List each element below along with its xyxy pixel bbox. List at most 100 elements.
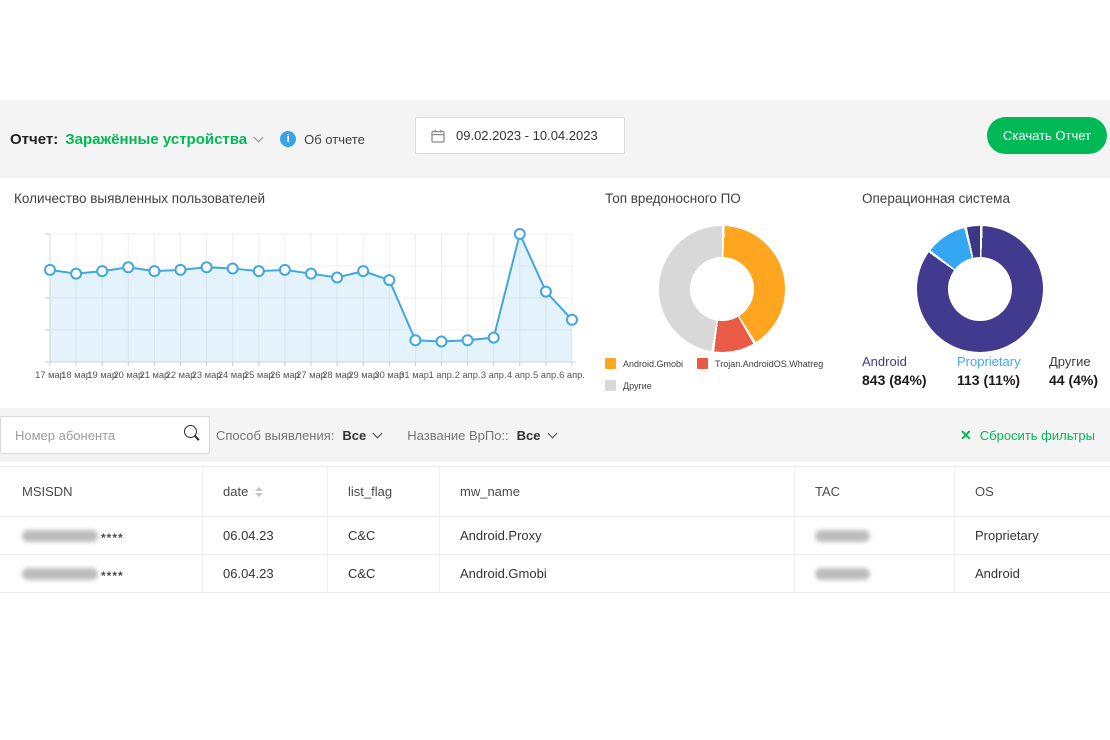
legend-swatch <box>605 380 616 391</box>
sort-down-icon <box>255 493 263 497</box>
sort-up-icon <box>255 487 263 491</box>
legend-item: Trojan.AndroidOS.Whatreg <box>697 358 823 369</box>
legend-label: Android.Gmobi <box>623 359 683 369</box>
cell-mw_name: Android.Gmobi <box>440 555 795 592</box>
malware-donut-chart <box>659 226 785 352</box>
malware-filter-value[interactable]: Все <box>517 428 541 443</box>
column-header-label: date <box>223 484 248 499</box>
x-axis-label: 2 апр. <box>455 370 481 380</box>
users-chart-title: Количество выявленных пользователей <box>14 191 265 206</box>
column-header-label: MSISDN <box>22 484 73 499</box>
column-header-tac: TAC <box>795 467 955 516</box>
legend-item: Другие <box>605 380 652 391</box>
data-point-marker <box>123 262 133 272</box>
download-report-button[interactable]: Скачать Отчет <box>987 117 1107 154</box>
legend-label: Trojan.AndroidOS.Whatreg <box>715 359 823 369</box>
column-header-list_flag: list_flag <box>328 467 440 516</box>
date-range-value: 09.02.2023 - 10.04.2023 <box>456 128 598 143</box>
os-donut-chart <box>917 226 1043 352</box>
os-stat: Proprietary 113 (11%) <box>957 354 1049 388</box>
os-stat: Android843 (84%) <box>862 354 957 388</box>
data-point-marker <box>332 273 342 283</box>
x-axis-label: 3 апр. <box>481 370 507 380</box>
masked-tac-value <box>815 530 870 542</box>
data-point-marker <box>463 335 473 345</box>
os-chart-title: Операционная система <box>862 191 1010 206</box>
cell-mw_name: Android.Proxy <box>440 517 795 554</box>
subscriber-search <box>0 416 210 454</box>
report-header-band: Отчет: Заражённые устройства i Об отчете… <box>0 100 1110 178</box>
table-row: ****06.04.23C&CAndroid.GmobiAndroid <box>0 555 1110 593</box>
malware-chart-title: Топ вредоносного ПО <box>605 191 741 206</box>
chevron-down-icon <box>373 428 383 438</box>
report-selector-group: Отчет: Заражённые устройства i Об отчете <box>10 100 365 178</box>
column-header-label: list_flag <box>348 484 392 499</box>
os-stat-name: Другие <box>1049 354 1110 369</box>
data-point-marker <box>97 266 107 276</box>
report-name-dropdown[interactable]: Заражённые устройства <box>65 131 247 148</box>
cell-tac <box>795 517 955 554</box>
date-range-picker[interactable]: 09.02.2023 - 10.04.2023 <box>415 117 625 154</box>
legend-label: Другие <box>623 381 652 391</box>
legend-item: Android.Gmobi <box>605 358 683 369</box>
column-header-mw_name: mw_name <box>440 467 795 516</box>
data-point-marker <box>410 335 420 345</box>
column-header-os: OS <box>955 467 1110 516</box>
column-header-msisdn: MSISDN <box>0 467 203 516</box>
malware-legend: Android.Gmobi Trojan.AndroidOS.Whatreg Дру… <box>605 358 857 391</box>
data-point-marker <box>358 266 368 276</box>
x-axis-label: 6 апр. <box>559 370 585 380</box>
data-point-marker <box>541 287 551 297</box>
legend-swatch <box>697 358 708 369</box>
msisdn-mask-suffix: **** <box>101 527 124 545</box>
info-icon[interactable]: i <box>280 131 296 147</box>
os-stat-value: 113 (11%) <box>957 372 1049 388</box>
data-point-marker <box>71 269 81 279</box>
data-point-marker <box>437 337 447 347</box>
filter-controls: Способ выявления: Все Название ВрПо:: Вс… <box>216 408 556 462</box>
malware-filter-label: Название ВрПо:: <box>407 428 508 443</box>
data-point-marker <box>306 269 316 279</box>
cell-os: Proprietary <box>955 517 1110 554</box>
data-point-marker <box>489 333 499 343</box>
data-point-marker <box>567 315 577 325</box>
cell-date: 06.04.23 <box>203 555 328 592</box>
table-header-row: MSISDN date list_flag mw_name TACOS <box>0 467 1110 517</box>
msisdn-mask-suffix: **** <box>101 565 124 583</box>
about-report-label: Об отчете <box>304 132 365 147</box>
data-point-marker <box>254 266 264 276</box>
chevron-down-icon <box>254 132 264 142</box>
search-icon[interactable] <box>184 425 197 438</box>
sort-icon[interactable] <box>255 487 263 497</box>
table-row: **** 06.04.23C&CAndroid.Proxy Proprietary <box>0 517 1110 555</box>
calendar-icon <box>431 129 445 143</box>
column-header-label: mw_name <box>460 484 520 499</box>
os-stats: Android843 (84%)Proprietary 113 (11%)Друг… <box>862 354 1110 388</box>
column-header-date[interactable]: date <box>203 467 328 516</box>
reset-filters-button[interactable]: ✕ Сбросить фильтры <box>960 408 1095 462</box>
filter-bar: Способ выявления: Все Название ВрПо:: Вс… <box>0 408 1110 462</box>
masked-msisdn-value <box>22 568 98 580</box>
infected-devices-report-page: Отчет: Заражённые устройства i Об отчете… <box>0 0 1110 740</box>
cell-date: 06.04.23 <box>203 517 328 554</box>
x-axis-label: 1 апр. <box>429 370 455 380</box>
cell-list_flag: C&C <box>328 517 440 554</box>
donut-hole <box>690 257 754 321</box>
donut-hole <box>948 257 1012 321</box>
os-stat-name: Proprietary <box>957 354 1049 369</box>
x-axis-label: 4 апр. <box>507 370 533 380</box>
subscriber-search-input[interactable] <box>0 416 210 454</box>
x-axis-label: 5 апр. <box>533 370 559 380</box>
cell-tac <box>795 555 955 592</box>
detection-filter-value[interactable]: Все <box>342 428 366 443</box>
data-point-marker <box>228 264 238 274</box>
data-point-marker <box>280 265 290 275</box>
chevron-down-icon <box>547 428 557 438</box>
cell-os: Android <box>955 555 1110 592</box>
os-stat-value: 44 (4%) <box>1049 372 1110 388</box>
os-stat-name: Android <box>862 354 957 369</box>
data-point-marker <box>45 265 55 275</box>
os-stat: Другие 44 (4%) <box>1049 354 1110 388</box>
infected-devices-table: MSISDN date list_flag mw_name TACOS **** 06.04… <box>0 466 1110 593</box>
masked-msisdn-value <box>22 530 98 542</box>
